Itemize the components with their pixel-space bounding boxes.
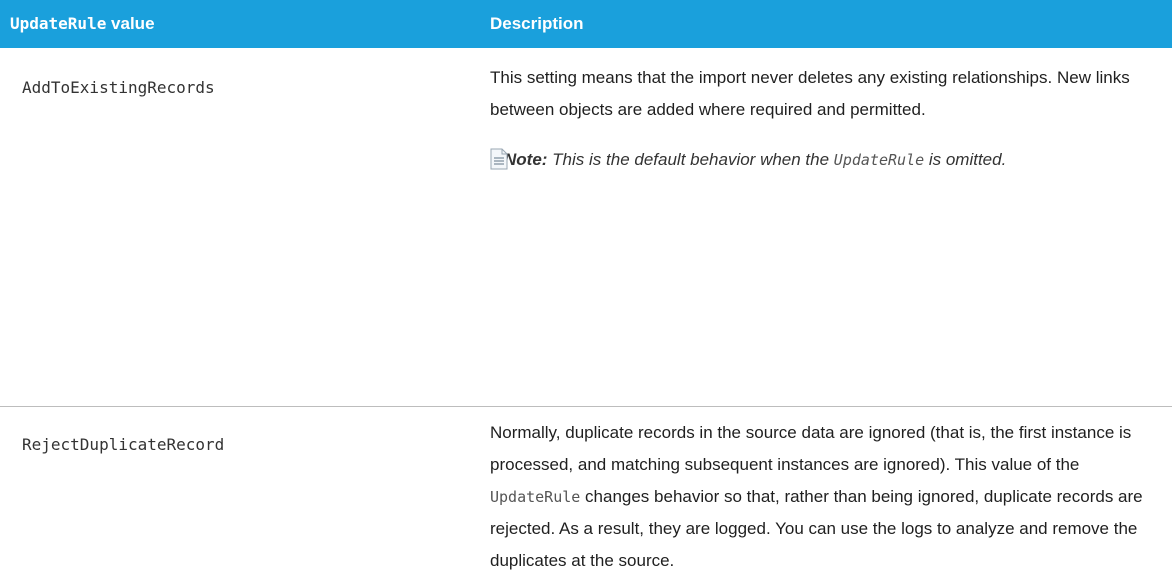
header-description-column: Description [490,14,584,33]
header-value-column: UpdateRule value [0,14,490,34]
description-text-before: Normally, duplicate records in the sourc… [490,423,1132,474]
table-header: UpdateRule value Description [0,0,1172,48]
description-code: UpdateRule [490,488,581,506]
note-text-before: This is the default behavior when the [547,150,834,169]
table-row: AddToExistingRecords This setting means … [0,48,1172,407]
note-code: UpdateRule [833,151,925,169]
note-box: Note: This is the default behavior when … [490,144,1164,176]
rule-description: Normally, duplicate records in the sourc… [490,407,1172,570]
rule-value: AddToExistingRecords [22,78,215,97]
header-suffix: value [106,14,155,33]
note-label: Note: [504,150,548,169]
rule-description: This setting means that the import never… [490,48,1172,406]
description-text: This setting means that the import never… [490,68,1130,119]
table-row: RejectDuplicateRecord Normally, duplicat… [0,407,1172,570]
note-text: Note: This is the default behavior when … [504,144,1164,176]
note-icon [490,148,508,170]
update-rule-table: UpdateRule value Description AddToExisti… [0,0,1172,570]
header-code: UpdateRule [10,14,107,33]
note-text-after: is omitted. [924,150,1007,169]
description-text-after: changes behavior so that, rather than be… [490,487,1143,570]
rule-value: RejectDuplicateRecord [22,435,225,454]
